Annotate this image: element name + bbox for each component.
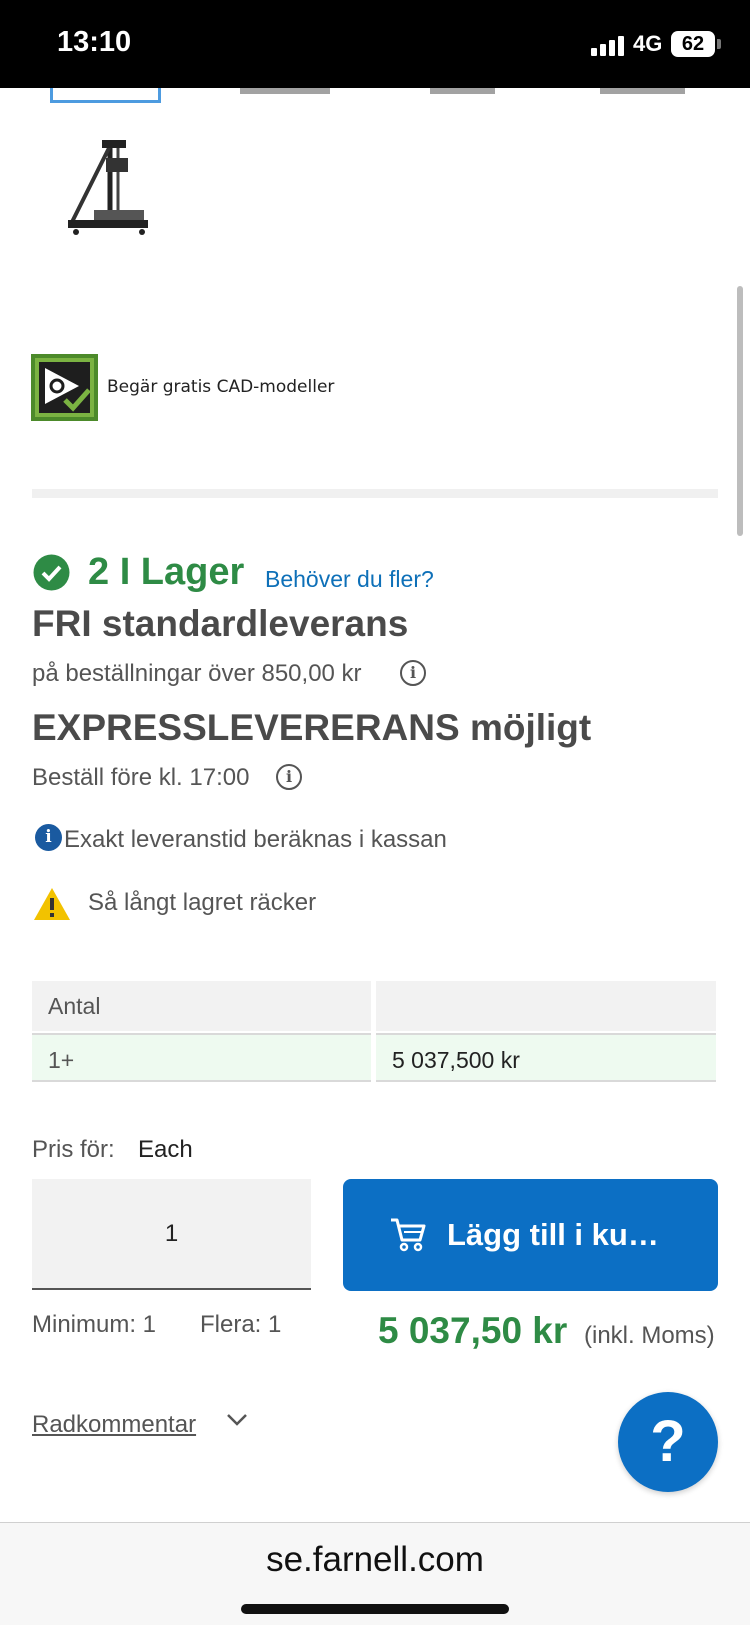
price-for-value: Each	[138, 1136, 193, 1163]
stock-warning: Så långt lagret räcker	[88, 889, 317, 916]
table-header-qty: Antal	[32, 981, 371, 1031]
thumbnail-3[interactable]	[430, 88, 495, 94]
home-indicator[interactable]	[241, 1604, 509, 1614]
price-for-label: Pris för:	[32, 1136, 115, 1163]
thumbnail-selected[interactable]	[50, 88, 161, 103]
quantity-input[interactable]	[32, 1179, 311, 1290]
thumbnail-2[interactable]	[240, 88, 330, 94]
status-time: 13:10	[57, 26, 132, 58]
status-bar: 13:10 4G 62	[0, 0, 750, 88]
add-to-cart-button[interactable]: Lägg till i ku…	[343, 1179, 718, 1291]
info-icon[interactable]: i	[276, 764, 302, 790]
row-comment-toggle[interactable]: Radkommentar	[32, 1411, 196, 1439]
help-button[interactable]: ?	[618, 1392, 718, 1492]
express-delivery-title: EXPRESSLEVERERANS möjligt	[32, 707, 592, 748]
table-cell-qty: 1+	[32, 1033, 371, 1082]
scrollbar[interactable]	[737, 286, 743, 536]
browser-url-bar[interactable]: se.farnell.com	[0, 1522, 750, 1625]
thumbnail-4[interactable]	[600, 88, 685, 94]
delivery-time-note: Exakt leveranstid beräknas i kassan	[64, 826, 447, 853]
chevron-down-icon[interactable]	[225, 1410, 249, 1430]
free-delivery-title: FRI standardleverans	[32, 603, 409, 644]
info-icon[interactable]: i	[400, 660, 426, 686]
cad-model-icon[interactable]	[31, 354, 98, 421]
total-price: 5 037,50 kr	[378, 1310, 568, 1351]
vat-note: (inkl. Moms)	[584, 1322, 715, 1349]
stock-status: 2 I Lager	[88, 551, 245, 593]
battery-icon: 62	[671, 31, 715, 57]
minimum-qty: Minimum: 1	[32, 1311, 157, 1338]
express-delivery-subtitle: Beställ före kl. 17:00	[32, 764, 250, 791]
section-divider	[32, 489, 718, 498]
cad-link[interactable]: Begär gratis CAD-modeller	[107, 377, 334, 397]
url-text[interactable]: se.farnell.com	[0, 1540, 750, 1580]
signal-icon	[591, 34, 627, 56]
need-more-link[interactable]: Behöver du fler?	[265, 566, 434, 593]
multiple-qty: Flera: 1	[200, 1311, 282, 1338]
add-to-cart-label: Lägg till i ku…	[447, 1217, 659, 1252]
battery-tip	[717, 39, 721, 49]
info-filled-icon: i	[35, 824, 62, 851]
free-delivery-subtitle: på beställningar över 850,00 kr	[32, 660, 362, 687]
cart-icon	[391, 1218, 426, 1252]
table-header-price	[376, 981, 716, 1031]
table-cell-price: 5 037,500 kr	[376, 1033, 716, 1082]
network-type: 4G	[633, 31, 663, 56]
check-circle-icon	[33, 554, 70, 591]
warning-icon	[34, 888, 70, 920]
3d-printer-icon[interactable]	[58, 138, 158, 242]
